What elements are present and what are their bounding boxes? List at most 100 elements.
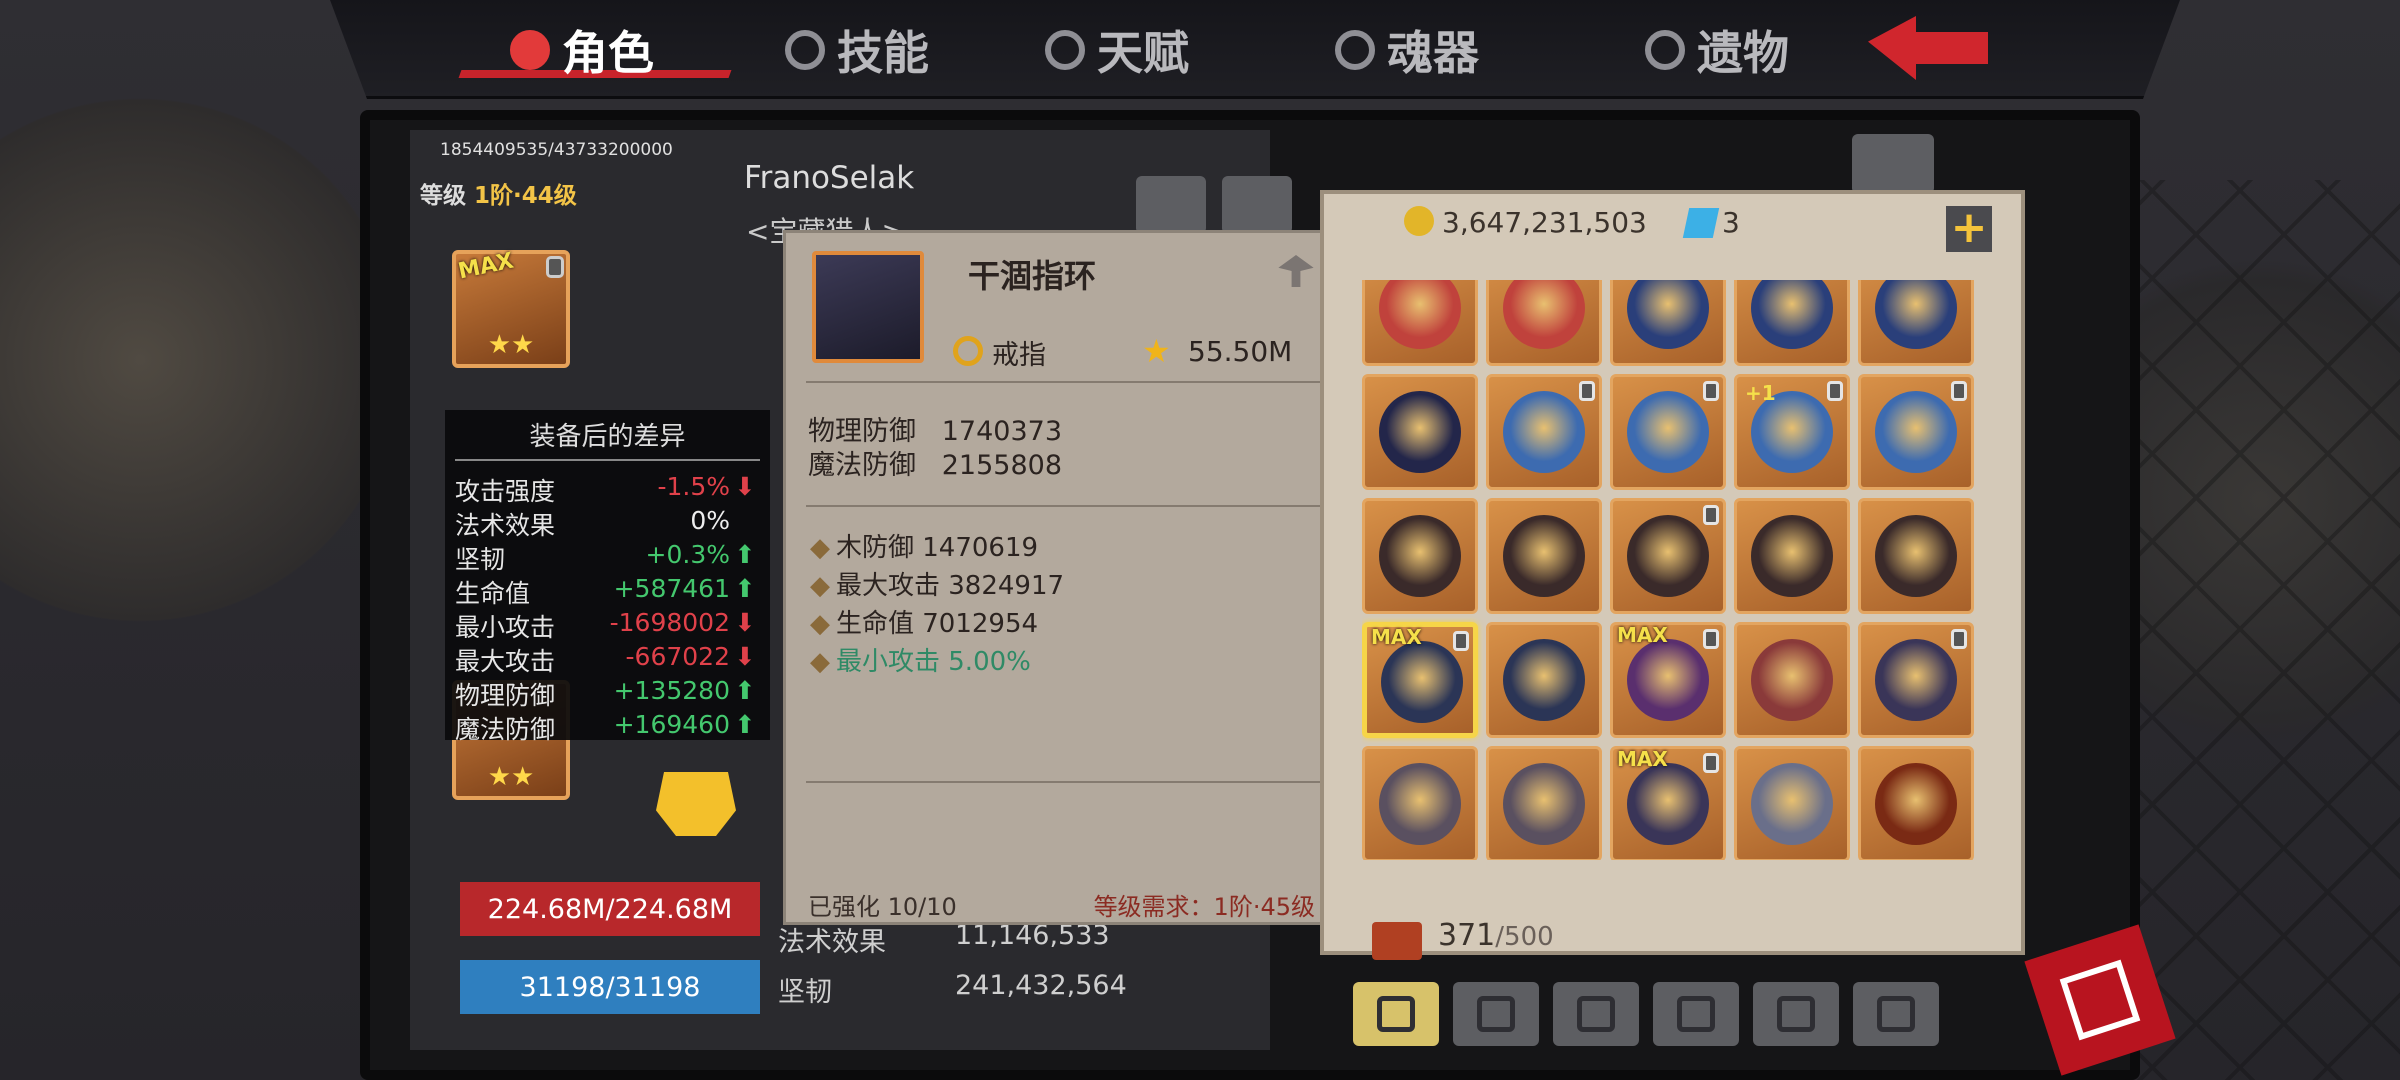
inventory-item-slot[interactable] <box>1858 746 1974 860</box>
diff-row: 最大攻击 -667022 ⬇ <box>455 642 760 676</box>
tab-talents[interactable]: 天赋 <box>1045 18 1189 82</box>
lock-icon <box>1951 381 1967 401</box>
item-artwork-icon <box>1503 391 1585 473</box>
inventory-item-slot[interactable]: MAX <box>1610 622 1726 738</box>
level-requirement: 等级需求：1阶·45级 <box>1093 893 1315 921</box>
inventory-item-slot[interactable] <box>1362 374 1478 490</box>
category-tab[interactable] <box>1553 982 1639 1046</box>
inventory-item-slot[interactable] <box>1858 280 1974 366</box>
down-arrow-icon: ⬇ <box>734 472 756 501</box>
mp-bar: 31198/31198 <box>460 960 760 1014</box>
diff-row: 坚韧 +0.3% ⬆ <box>455 540 760 574</box>
pin-icon[interactable] <box>1278 255 1314 287</box>
inventory-item-slot[interactable] <box>1486 498 1602 614</box>
inventory-item-slot[interactable] <box>1734 498 1850 614</box>
up-arrow-icon: ⬆ <box>734 676 756 705</box>
inventory-item-slot[interactable] <box>1362 498 1478 614</box>
up-arrow-icon: ⬆ <box>734 540 756 569</box>
enhance-level: 已强化 10/10 <box>808 893 957 921</box>
lock-button[interactable] <box>1136 176 1206 234</box>
tab-relics[interactable]: 遗物 <box>1645 18 1789 82</box>
equipment-slot-weapon[interactable]: MAX ★★ <box>452 248 570 368</box>
character-name: FranoSelak <box>744 160 915 196</box>
diff-label: 魔法防御 <box>455 715 556 744</box>
equip-diff-panel: 装备后的差异 攻击强度 -1.5% ⬇ 法术效果 0% 坚韧 +0.3% ⬆ 生命值 +58746… <box>445 410 770 744</box>
hp-bar: 224.68M/224.68M <box>460 882 760 936</box>
inventory-item-slot[interactable] <box>1610 498 1726 614</box>
diff-title: 装备后的差异 <box>455 416 760 461</box>
inventory-item-slot[interactable]: MAX <box>1610 746 1726 860</box>
tab-character[interactable]: 角色 <box>510 18 654 82</box>
item-artwork-icon <box>1751 515 1833 597</box>
inventory-item-slot[interactable] <box>1734 746 1850 860</box>
add-currency-button[interactable]: + <box>1946 206 1992 252</box>
diff-value: -667022 <box>625 642 730 671</box>
experience-text: 1854409535/43733200000 <box>440 140 673 160</box>
inventory-item-slot[interactable] <box>1486 280 1602 366</box>
affix-line: ◆ 木防御 1470619 <box>810 533 1039 563</box>
inventory-item-slot[interactable]: MAX <box>1362 622 1478 738</box>
diff-value: 0% <box>690 506 730 535</box>
inventory-item-slot[interactable] <box>1486 746 1602 860</box>
item-artwork-icon <box>1379 280 1461 349</box>
inventory-item-slot[interactable] <box>1486 374 1602 490</box>
inventory-item-slot[interactable]: +1 <box>1734 374 1850 490</box>
affix-line: ◆ 最大攻击 3824917 <box>810 571 1065 601</box>
scroll-icon <box>1877 996 1915 1032</box>
category-tab[interactable] <box>1753 982 1839 1046</box>
bag-count-value: 371 <box>1438 918 1496 953</box>
diff-row: 魔法防御 +169460 ⬆ <box>455 710 760 744</box>
inventory-item-slot[interactable] <box>1610 374 1726 490</box>
inventory-item-slot[interactable] <box>1362 746 1478 860</box>
item-artwork-icon <box>1875 639 1957 721</box>
max-badge: MAX <box>1617 747 1668 771</box>
category-tab[interactable] <box>1353 982 1439 1046</box>
inventory-item-slot[interactable] <box>1734 280 1850 366</box>
item-artwork-icon <box>1875 280 1957 349</box>
inventory-item-slot[interactable] <box>1858 498 1974 614</box>
inventory-item-slot[interactable] <box>1486 622 1602 738</box>
diff-row: 最小攻击 -1698002 ⬇ <box>455 608 760 642</box>
gem-amount: 3 <box>1722 206 1740 239</box>
swap-button[interactable] <box>1852 134 1934 194</box>
item-artwork-icon <box>1503 515 1585 597</box>
max-badge: MAX <box>1371 625 1422 649</box>
inventory-item-slot[interactable] <box>1858 622 1974 738</box>
toolbox-icon <box>1377 996 1415 1032</box>
diff-row: 法术效果 0% <box>455 506 760 540</box>
inventory-item-slot[interactable] <box>1734 622 1850 738</box>
item-power: 55.50M <box>1188 335 1293 368</box>
diff-label: 坚韧 <box>455 545 506 574</box>
diff-label: 最小攻击 <box>455 613 556 642</box>
lock-icon <box>1703 629 1719 649</box>
inventory-item-slot[interactable] <box>1610 280 1726 366</box>
item-tooltip: 干涸指环 戒指 ★ 55.50M 物理防御 1740373 魔法防御 21558… <box>783 230 1338 925</box>
category-tab[interactable] <box>1653 982 1739 1046</box>
diff-label: 法术效果 <box>455 511 556 540</box>
tab-soul-artifacts[interactable]: 魂器 <box>1335 18 1479 82</box>
diff-value: +587461 <box>613 574 730 603</box>
armor-icon <box>1477 996 1515 1032</box>
gem-icon <box>1777 996 1815 1032</box>
item-artwork-icon <box>1627 280 1709 349</box>
skills-icon <box>785 30 825 70</box>
item-artwork-icon <box>1379 515 1461 597</box>
character-icon <box>510 30 550 70</box>
item-artwork-icon <box>1627 391 1709 473</box>
item-artwork-icon <box>1381 641 1463 723</box>
level-display: 等级 1阶·44级 <box>420 176 577 210</box>
category-tab[interactable] <box>1453 982 1539 1046</box>
affix-line: ◆ 生命值 7012954 <box>810 609 1039 639</box>
lock-icon <box>1703 505 1719 525</box>
max-badge: MAX <box>1617 623 1668 647</box>
talents-icon <box>1045 30 1085 70</box>
diff-label: 最大攻击 <box>455 647 556 676</box>
divider <box>806 505 1321 507</box>
divider <box>806 781 1321 783</box>
stat-label: 魔法防御 <box>808 450 916 481</box>
inventory-item-slot[interactable] <box>1362 280 1478 366</box>
unlock-button[interactable] <box>1222 176 1292 234</box>
tab-skills[interactable]: 技能 <box>785 18 929 82</box>
category-tab[interactable] <box>1853 982 1939 1046</box>
inventory-item-slot[interactable] <box>1858 374 1974 490</box>
